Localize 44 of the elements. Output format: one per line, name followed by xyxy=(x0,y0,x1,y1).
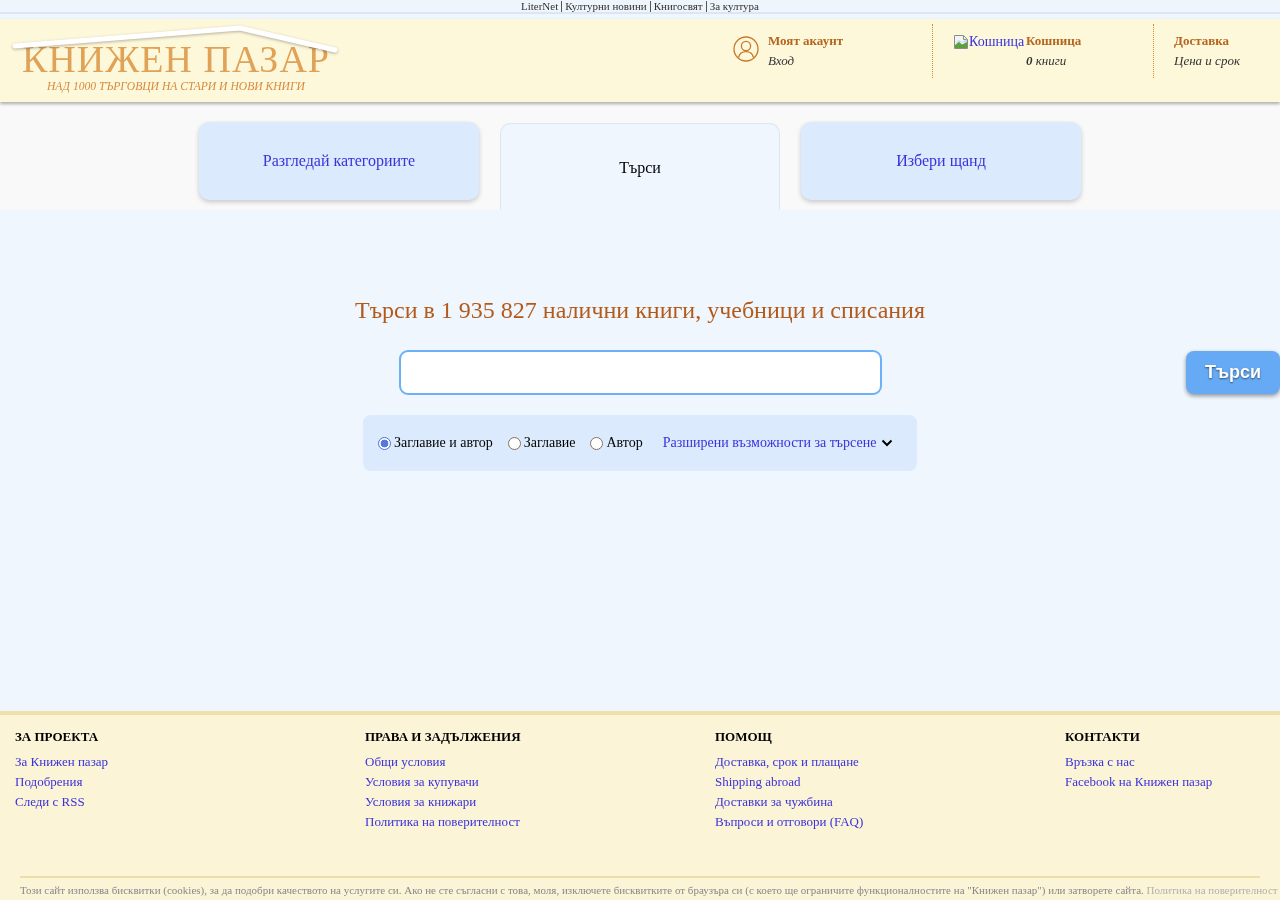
radio-label[interactable]: Автор xyxy=(606,435,643,451)
footer-link[interactable]: Въпроси и отговори (FAQ) xyxy=(715,812,864,832)
nav-tab[interactable]: Разгледай категориите xyxy=(199,122,479,200)
footer-heading: ЗА ПРОЕКТА xyxy=(15,729,99,745)
footer-heading: ПРАВА И ЗАДЪЛЖЕНИЯ xyxy=(365,729,521,745)
radio-label[interactable]: Заглавие и автор xyxy=(394,435,493,451)
radio-label[interactable]: Заглавие xyxy=(523,435,576,451)
radio-button[interactable] xyxy=(507,437,521,450)
cart-image-link[interactable]: Кошница xyxy=(953,34,1026,50)
footer-link[interactable]: За Книжен пазар xyxy=(15,752,109,772)
top-nav-link[interactable]: Културни новини xyxy=(561,1,650,12)
footer-link[interactable]: Подобрения xyxy=(15,772,83,792)
site-tagline: НАД 1000 ТЪРГОВЦИ НА СТАРИ И НОВИ КНИГИ xyxy=(47,79,305,95)
footer-link[interactable]: Условия за книжари xyxy=(365,792,477,812)
search-field[interactable] xyxy=(398,350,882,395)
footer-link[interactable]: Доставка, срок и плащане xyxy=(715,752,859,772)
radio-button[interactable] xyxy=(378,437,391,450)
login-link[interactable]: Вход xyxy=(768,51,795,71)
account-title[interactable]: Моят акаунт xyxy=(768,31,844,51)
footer-link[interactable]: Следи с RSS xyxy=(15,792,85,812)
footer-link[interactable]: Общи условия xyxy=(365,752,446,772)
search-heading: Търси в 1 935 827 налични книги, учебници и списания xyxy=(354,296,925,324)
footer-link[interactable]: Условия за купувачи xyxy=(365,772,479,792)
top-nav-link[interactable]: За култура xyxy=(705,1,762,12)
top-nav-link[interactable]: Книгосвят xyxy=(649,1,706,12)
footer-link[interactable]: Facebook на Книжен пазар xyxy=(1065,772,1213,792)
nav-tab[interactable]: Избери щанд xyxy=(801,122,1081,200)
cart-count: 0 книги xyxy=(1026,52,1067,70)
cart-title[interactable]: Кошница xyxy=(1026,31,1082,51)
user-account-icon[interactable] xyxy=(733,36,759,62)
radio-button[interactable] xyxy=(590,437,604,450)
footer-link[interactable]: Връзка с нас xyxy=(1065,752,1135,772)
nav-tab[interactable]: Търси xyxy=(500,123,780,211)
top-nav-link[interactable]: LiterNet xyxy=(518,1,562,12)
footer-heading: ПОМОЩ xyxy=(715,729,772,745)
footer-link[interactable]: Политика на поверителност xyxy=(365,812,520,832)
footer-link[interactable]: Доставки за чужбина xyxy=(715,792,833,812)
delivery-title[interactable]: Доставка xyxy=(1174,31,1230,51)
advanced-search-link[interactable]: Разширени възможности за търсене xyxy=(662,435,894,451)
broken-image-icon[interactable] xyxy=(953,34,969,50)
delivery-info-link[interactable]: Цена и срок xyxy=(1174,51,1240,71)
footer-link[interactable]: Shipping abroad xyxy=(715,772,801,792)
footer-heading: КОНТАКТИ xyxy=(1065,729,1140,745)
chevron-down-icon[interactable] xyxy=(881,439,894,447)
